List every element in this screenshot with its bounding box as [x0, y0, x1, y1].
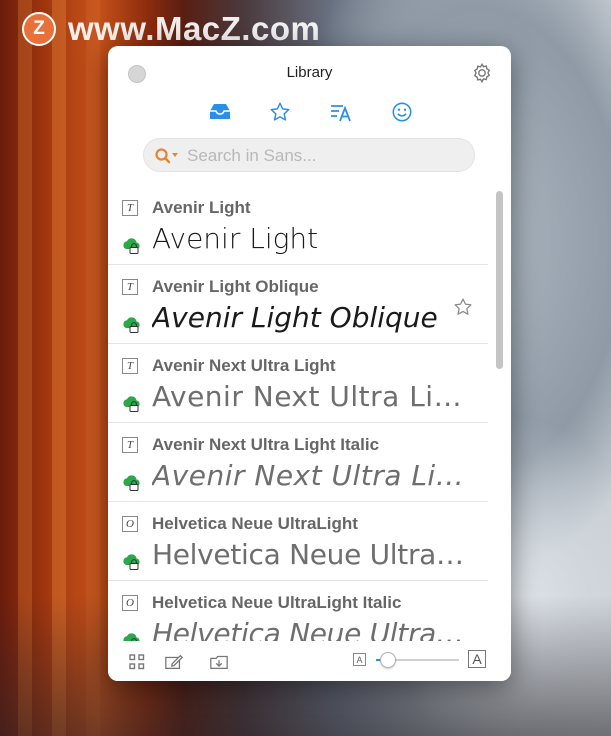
tab-favorites[interactable]	[266, 98, 294, 126]
font-list-item[interactable]: T Avenir Next Ultra Light Avenir Next Ul…	[108, 344, 488, 423]
cloud-lock-icon	[123, 317, 140, 333]
tab-emoji[interactable]	[388, 98, 416, 126]
bottom-toolbar: A A	[108, 646, 511, 681]
import-icon[interactable]	[209, 652, 229, 672]
font-list-item[interactable]: O Helvetica Neue UltraLight Italic Helve…	[108, 581, 488, 641]
tab-inbox[interactable]	[206, 98, 234, 126]
font-list-item[interactable]: T Avenir Next Ultra Light Italic Avenir …	[108, 423, 488, 502]
inbox-icon	[210, 104, 230, 119]
star-icon	[270, 102, 290, 121]
smiley-icon	[392, 102, 412, 122]
cloud-lock-icon	[123, 633, 140, 641]
titlebar: Library	[108, 46, 511, 94]
search-icon	[155, 148, 178, 164]
font-name: Avenir Light Oblique	[152, 277, 319, 296]
slider-thumb[interactable]	[380, 652, 396, 668]
cloud-lock-icon	[123, 396, 140, 412]
font-list-item[interactable]: T Avenir Light Avenir Light	[108, 186, 488, 265]
font-list[interactable]: T Avenir Light Avenir Light T Avenir Lig…	[108, 186, 488, 641]
preview-size-large-icon: A	[468, 650, 486, 668]
font-preview: Helvetica Neue UltraLig…	[152, 617, 472, 641]
truetype-icon: T	[122, 437, 138, 453]
font-preview: Avenir Next Ultra Light	[152, 380, 472, 413]
opentype-icon: O	[122, 595, 138, 611]
window-title: Library	[286, 64, 333, 81]
cloud-lock-icon	[123, 475, 140, 491]
library-tabs	[108, 98, 511, 128]
gear-icon[interactable]	[471, 62, 493, 84]
edit-text-icon[interactable]	[164, 652, 184, 672]
truetype-icon: T	[122, 279, 138, 295]
font-name: Avenir Light	[152, 198, 251, 217]
site-watermark: Z www.MacZ.com	[22, 8, 320, 50]
font-list-item[interactable]: T Avenir Light Oblique Avenir Light Obli…	[108, 265, 488, 344]
library-popover: Library Search in Sans... T Avenir Light…	[108, 46, 511, 681]
grid-view-icon[interactable]	[127, 652, 147, 672]
font-name: Avenir Next Ultra Light	[152, 356, 336, 375]
watermark-text: www.MacZ.com	[68, 10, 321, 47]
font-preview: Avenir Light Oblique	[152, 301, 438, 334]
font-name: Helvetica Neue UltraLight	[152, 514, 358, 533]
search-input[interactable]	[187, 145, 467, 167]
preview-size-small-icon: A	[353, 653, 366, 666]
font-name: Helvetica Neue UltraLight Italic	[152, 593, 402, 612]
search-field[interactable]	[143, 138, 475, 172]
text-format-icon	[331, 105, 351, 122]
cloud-lock-icon	[123, 554, 140, 570]
watermark-logo: Z	[22, 12, 56, 46]
truetype-icon: T	[122, 358, 138, 374]
font-preview: Avenir Next Ultra Ligh…	[152, 459, 472, 492]
cloud-lock-icon	[123, 238, 140, 254]
opentype-icon: O	[122, 516, 138, 532]
font-list-item[interactable]: O Helvetica Neue UltraLight Helvetica Ne…	[108, 502, 488, 581]
font-name: Avenir Next Ultra Light Italic	[152, 435, 380, 454]
tab-font-type[interactable]	[327, 98, 355, 126]
truetype-icon: T	[122, 200, 138, 216]
font-preview: Helvetica Neue UltraLight	[152, 538, 472, 571]
list-scrollbar[interactable]	[496, 191, 503, 369]
font-preview: Avenir Light	[152, 222, 319, 255]
